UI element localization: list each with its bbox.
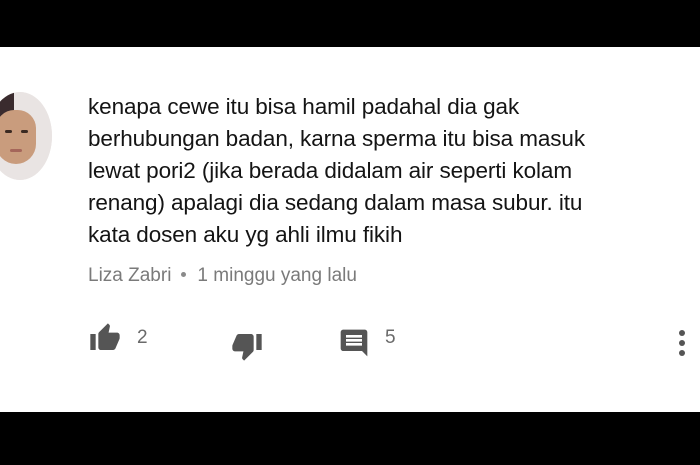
more-dot	[679, 330, 685, 336]
more-dot	[679, 350, 685, 356]
author-name[interactable]: Liza Zabri	[88, 265, 171, 286]
letterbox-bottom	[0, 412, 700, 465]
avatar-eye	[5, 130, 12, 133]
action-bar: 2 5	[0, 319, 700, 369]
avatar-face	[0, 110, 36, 164]
more-vertical-icon[interactable]	[676, 330, 688, 362]
screenshot: kenapa cewe itu bisa hamil padahal dia g…	[0, 0, 700, 465]
avatar-mouth	[10, 149, 22, 152]
comment-meta: Liza Zabri 1 minggu yang lalu	[88, 265, 357, 287]
thumb-up-icon[interactable]	[88, 322, 122, 354]
avatar[interactable]	[0, 92, 52, 180]
comment-text: kenapa cewe itu bisa hamil padahal dia g…	[88, 94, 585, 247]
timestamp: 1 minggu yang lalu	[197, 265, 357, 286]
more-dot	[679, 340, 685, 346]
separator-dot	[181, 271, 187, 277]
comment-icon[interactable]	[337, 327, 371, 359]
avatar-eye	[21, 130, 28, 133]
letterbox-top	[0, 0, 700, 47]
like-count: 2	[137, 327, 148, 348]
thumb-down-icon[interactable]	[230, 330, 264, 362]
reply-count: 5	[385, 327, 396, 348]
